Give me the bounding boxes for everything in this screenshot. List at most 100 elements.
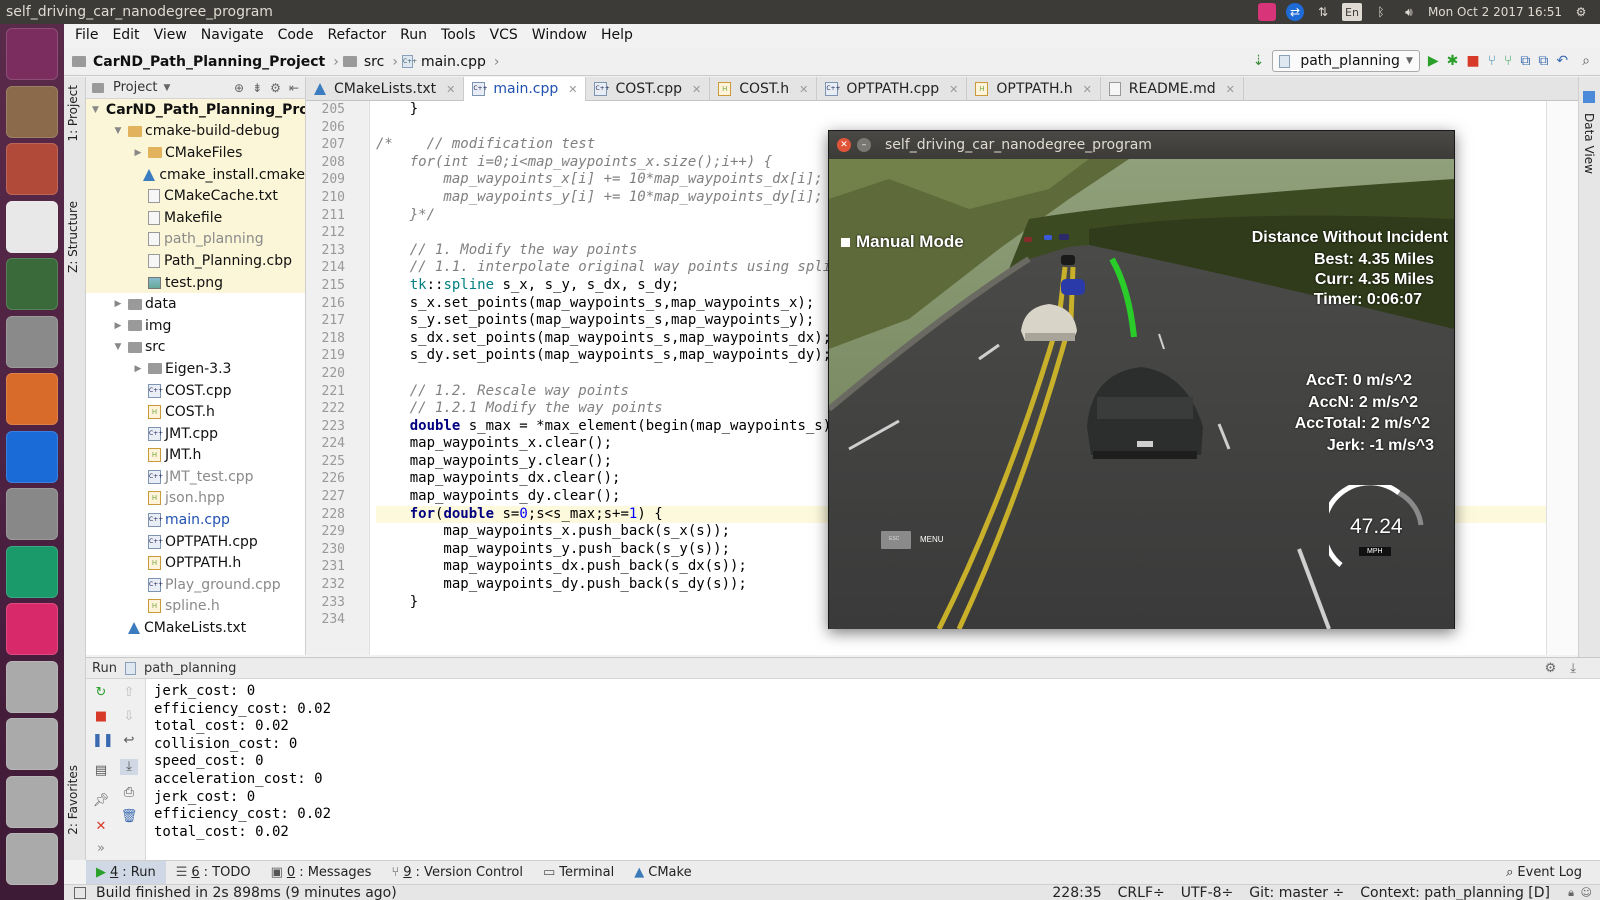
menu-window[interactable]: Window <box>525 27 594 43</box>
breadcrumb-file[interactable]: C++ main.cpp <box>401 54 486 70</box>
tab-cmakelists-txt[interactable]: CMakeLists.txt ✕ <box>306 77 465 101</box>
tab-cost-cpp[interactable]: C++ COST.cpp ✕ <box>586 77 711 101</box>
pin-icon[interactable]: 📌︎ <box>92 793 110 809</box>
scroll-from-source-icon[interactable]: ⊕ <box>234 81 244 95</box>
tree-item[interactable]: Hjson.hpp <box>86 488 305 510</box>
close-tab-icon[interactable]: ✕ <box>568 83 577 96</box>
tree-item[interactable]: Hspline.h <box>86 596 305 618</box>
clock[interactable]: Mon Oct 2 2017 16:51 <box>1428 3 1562 21</box>
files-icon[interactable] <box>6 85 58 138</box>
terminal-download-icon[interactable] <box>6 258 58 310</box>
run-icon[interactable]: ▶ <box>1428 53 1439 69</box>
event-log-button[interactable]: ⌕ Event Log <box>1496 865 1592 880</box>
simulator-scene[interactable]: Manual Mode Distance Without Incident Be… <box>829 159 1454 629</box>
tree-item[interactable]: C++ main.cpp <box>86 509 305 531</box>
vcs-history-icon[interactable]: ⧉ <box>1538 53 1548 69</box>
chevron-right-icon[interactable]: ▶ <box>112 321 124 331</box>
chevron-down-icon[interactable]: ▼ <box>92 105 99 115</box>
vcs-revert-icon[interactable]: ↶ <box>1556 53 1568 69</box>
tool-window-cmake[interactable]: ▲ CMake <box>624 865 701 880</box>
close-tab-icon[interactable]: ✕ <box>1226 83 1235 96</box>
stop-icon[interactable]: ■ <box>1466 53 1479 69</box>
tree-item[interactable]: CMakeLists.txt <box>86 617 305 639</box>
close-window-icon[interactable]: ✕ <box>837 138 851 152</box>
teamviewer-tray-icon[interactable]: ⇄ <box>1286 3 1305 21</box>
inspector-icon[interactable]: ☺ <box>1581 886 1592 899</box>
structure-tool-tab[interactable]: Z: Structure <box>66 201 80 273</box>
menu-code[interactable]: Code <box>271 27 321 43</box>
dump-threads-icon[interactable]: ▤ <box>92 763 110 779</box>
tree-item[interactable]: ▶ CMakeFiles <box>86 142 305 164</box>
menu-refactor[interactable]: Refactor <box>320 27 393 43</box>
project-panel-title[interactable]: Project <box>113 80 157 95</box>
tree-item[interactable]: C++ COST.cpp <box>86 380 305 402</box>
more-icon[interactable]: » <box>92 841 110 857</box>
tree-item[interactable]: ▼ CarND_Path_Planning_Pro <box>86 99 305 121</box>
ubuntu-dash-icon[interactable] <box>6 28 58 80</box>
gear-icon[interactable]: ⚙ <box>270 81 281 95</box>
run-panel-label[interactable]: Run <box>92 661 117 676</box>
power-gear-icon[interactable]: ⚙ <box>1572 3 1590 21</box>
tab-optpath-h[interactable]: H OPTPATH.h ✕ <box>967 77 1101 101</box>
line-separator[interactable]: CRLF÷ <box>1118 885 1165 900</box>
drive-icon[interactable] <box>6 718 58 770</box>
close-tab-icon[interactable]: ✕ <box>1083 83 1092 96</box>
stop-icon[interactable]: ■ <box>92 709 110 725</box>
close-tab-icon[interactable]: ✕ <box>692 83 701 96</box>
tree-item[interactable]: path_planning <box>86 228 305 251</box>
debug-icon[interactable]: ✱ <box>1447 53 1459 69</box>
run-console[interactable]: jerk_cost: 0 efficiency_cost: 0.02 total_c… <box>146 679 1600 860</box>
tree-item[interactable]: ▼ src <box>86 337 305 359</box>
tree-item[interactable]: Makefile <box>86 206 305 229</box>
jetbrains-tray-icon[interactable] <box>1258 3 1277 21</box>
menu-file[interactable]: File <box>68 27 105 43</box>
close-tab-icon[interactable]: ✕ <box>949 83 958 96</box>
soft-wrap-icon[interactable]: ↩ <box>120 733 138 749</box>
tree-item[interactable]: C++ JMT_test.cpp <box>86 466 305 488</box>
tree-item[interactable]: ▶ data <box>86 293 305 315</box>
menu-label[interactable]: MENU <box>920 535 944 544</box>
menu-view[interactable]: View <box>147 27 194 43</box>
tab-cost-h[interactable]: H COST.h ✕ <box>710 77 818 101</box>
resolve-context[interactable]: Context: path_planning [D] <box>1360 885 1550 900</box>
tree-item[interactable]: test.png <box>86 271 305 294</box>
chevron-right-icon[interactable]: ▶ <box>112 299 124 309</box>
chevron-down-icon[interactable]: ▼ <box>112 342 124 352</box>
chevron-down-icon[interactable]: ▼ <box>112 126 124 136</box>
toggle-tool-windows-icon[interactable] <box>74 886 86 899</box>
teamviewer-icon[interactable] <box>6 430 58 483</box>
tree-item[interactable]: ▶ Eigen-3.3 <box>86 358 305 380</box>
tree-item[interactable]: CMakeCache.txt <box>86 185 305 207</box>
chevron-right-icon[interactable]: ▶ <box>132 364 144 374</box>
search-everywhere-icon[interactable]: ⌕ <box>1582 53 1590 69</box>
tool-window-terminal[interactable]: ▭ Terminal <box>533 865 624 880</box>
menu-run[interactable]: Run <box>393 27 434 43</box>
volume-icon[interactable]: 🔊︎ <box>1400 3 1418 21</box>
tool-window-run[interactable]: ▶ 4: Run <box>86 860 166 885</box>
build-icon[interactable]: ⇣ <box>1253 53 1265 69</box>
tab-main-cpp[interactable]: C++ main.cpp ✕ <box>464 77 587 101</box>
collapse-all-icon[interactable]: ⇟ <box>252 81 262 95</box>
menu-edit[interactable]: Edit <box>105 27 146 43</box>
tool-window-todo[interactable]: ☰ 6: TODO <box>166 865 261 880</box>
print-icon[interactable]: ⎙ <box>120 785 138 801</box>
chrome-icon[interactable] <box>6 200 58 253</box>
run-panel-config[interactable]: path_planning <box>144 661 236 676</box>
mode-checkbox[interactable] <box>841 238 850 247</box>
close-tab-icon[interactable]: ✕ <box>446 83 455 96</box>
camera-icon[interactable] <box>6 315 58 368</box>
file-encoding[interactable]: UTF-8÷ <box>1181 885 1234 900</box>
tab-optpath-cpp[interactable]: C++ OPTPATH.cpp ✕ <box>817 77 968 101</box>
tree-item[interactable]: H OPTPATH.h <box>86 552 305 574</box>
scroll-down-icon[interactable]: ⇩ <box>120 709 138 725</box>
tool-window-messages[interactable]: ▣ 0: Messages <box>261 865 382 880</box>
vcs-commit-icon[interactable]: ⑂ <box>1504 53 1512 69</box>
tree-item[interactable]: Path_Planning.cbp <box>86 250 305 272</box>
drive-icon[interactable] <box>6 660 58 713</box>
hide-panel-icon[interactable]: ⇤ <box>289 81 299 95</box>
jetbrains-toolbox-icon[interactable] <box>6 603 58 655</box>
tree-item[interactable]: ▼ cmake-build-debug <box>86 120 305 143</box>
chevron-down-icon[interactable]: ▼ <box>163 83 170 93</box>
breadcrumb-folder[interactable]: src <box>342 54 384 70</box>
system-settings-icon[interactable] <box>6 143 58 195</box>
